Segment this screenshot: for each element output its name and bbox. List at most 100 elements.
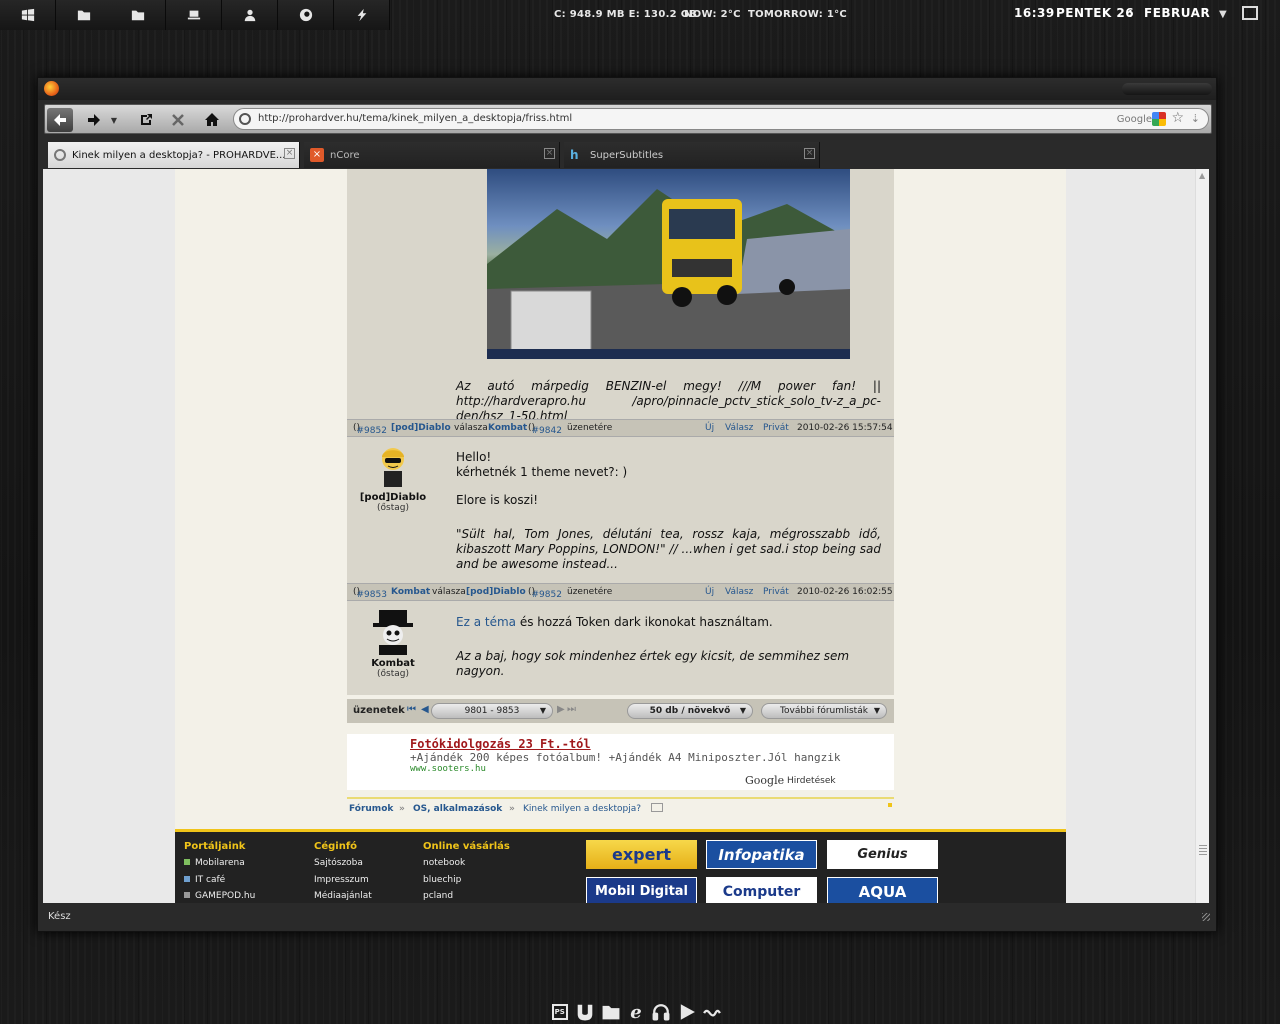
- close-icon: [172, 114, 184, 126]
- first-page-icon[interactable]: ⏮: [407, 704, 416, 715]
- history-dropdown[interactable]: ▼: [107, 108, 121, 132]
- tab-supersubtitles[interactable]: h SuperSubtitles ×: [564, 142, 820, 168]
- clock-month: FEBRUAR: [1144, 6, 1211, 20]
- private-link[interactable]: Privát: [763, 423, 789, 433]
- scroll-up-icon[interactable]: ▲: [1199, 171, 1205, 180]
- resize-grip-icon[interactable]: [1202, 913, 1210, 921]
- reply-target-link[interactable]: Kombat: [488, 423, 527, 433]
- private-link[interactable]: Privát: [763, 587, 789, 597]
- headphones-icon[interactable]: [652, 1002, 671, 1022]
- logo-genius[interactable]: Genius: [827, 840, 938, 869]
- envelope-icon[interactable]: [651, 803, 663, 812]
- utorrent-icon[interactable]: [575, 1002, 594, 1022]
- weather-tomorrow: TOMORROW: 1°C: [748, 9, 848, 20]
- post-author-link[interactable]: Kombat: [391, 587, 430, 597]
- clock-time[interactable]: 16:39: [1014, 6, 1055, 20]
- author-card: [pod]Diablo (őstag): [347, 445, 439, 513]
- post-id-link[interactable]: #9853: [357, 590, 387, 600]
- page-size-select[interactable]: 50 db / növekvő: [627, 703, 753, 719]
- photoshop-icon[interactable]: PS: [550, 1002, 569, 1022]
- reload-button[interactable]: [133, 108, 159, 132]
- vertical-scrollbar[interactable]: ▲: [1195, 169, 1209, 903]
- footer-link-notebook[interactable]: notebook: [423, 858, 465, 868]
- files-button[interactable]: [110, 0, 166, 30]
- avatar[interactable]: [378, 445, 408, 489]
- footer-link-press[interactable]: Sajtószoba: [314, 858, 363, 868]
- desktop-screenshot[interactable]: [487, 169, 850, 359]
- author-nick: Kombat: [371, 658, 415, 669]
- url-dropdown-icon[interactable]: ⇣: [1191, 112, 1200, 125]
- back-button[interactable]: [47, 108, 73, 132]
- footer-link-itcafe[interactable]: IT café: [184, 875, 225, 885]
- search-engine-label[interactable]: Google: [1117, 114, 1152, 125]
- new-link[interactable]: Új: [705, 587, 714, 597]
- logo-infopatika[interactable]: Infopatika: [706, 840, 817, 869]
- ie-icon[interactable]: e: [626, 1002, 645, 1023]
- prev-page-icon[interactable]: ◀: [421, 704, 429, 715]
- forward-button[interactable]: [81, 108, 107, 132]
- bookmark-star-icon[interactable]: ☆: [1171, 110, 1184, 126]
- home-button[interactable]: [199, 108, 225, 132]
- scrollbar-grip[interactable]: [1199, 845, 1207, 855]
- footer-link-pcland[interactable]: pcland: [423, 891, 453, 901]
- tab-ncore[interactable]: × nCore ×: [304, 142, 560, 168]
- reply-target-link[interactable]: [pod]Diablo: [466, 587, 526, 597]
- footer-link-imprint[interactable]: Impresszum: [314, 875, 369, 885]
- ad-url[interactable]: www.sooters.hu: [410, 764, 486, 774]
- url-text[interactable]: http://prohardver.hu/tema/kinek_milyen_a…: [258, 113, 572, 124]
- window-controls[interactable]: [1122, 83, 1212, 95]
- folder-icon[interactable]: [601, 1002, 620, 1022]
- close-icon[interactable]: ×: [284, 148, 295, 159]
- new-link[interactable]: Új: [705, 423, 714, 433]
- ad-brand-suffix[interactable]: Hirdetések: [787, 776, 836, 786]
- tab-label: SuperSubtitles: [590, 149, 664, 161]
- link-icon[interactable]: [703, 1002, 722, 1022]
- last-page-icon[interactable]: ⏭: [567, 704, 576, 715]
- windows-menu-button[interactable]: [0, 0, 56, 30]
- logo-expert[interactable]: expert: [586, 840, 697, 869]
- google-icon[interactable]: [1152, 112, 1166, 126]
- user-button[interactable]: [222, 0, 278, 30]
- breadcrumb-category[interactable]: OS, alkalmazások: [413, 804, 502, 814]
- ncore-icon: ×: [310, 148, 324, 162]
- ad-brand[interactable]: Google: [745, 774, 784, 787]
- desktop-icon[interactable]: [1242, 6, 1258, 20]
- footer-link-mobilarena[interactable]: Mobilarena: [184, 858, 245, 868]
- breadcrumb-forums[interactable]: Fórumok: [349, 804, 393, 814]
- forum-lists-select[interactable]: További fórumlisták: [761, 703, 887, 719]
- footer-portals-title: Portáljaink: [184, 841, 246, 852]
- chevron-down-icon[interactable]: ▼: [1219, 9, 1227, 20]
- post-author-link[interactable]: [pod]Diablo: [391, 423, 451, 433]
- close-icon[interactable]: ×: [804, 148, 815, 159]
- footer-link-gamepod[interactable]: GAMEPOD.hu: [184, 891, 255, 901]
- play-icon[interactable]: [677, 1002, 696, 1022]
- reply-link[interactable]: Válasz: [725, 587, 753, 597]
- stop-button[interactable]: [165, 108, 191, 132]
- documents-button[interactable]: [56, 0, 112, 30]
- firefox-button[interactable]: [278, 0, 334, 30]
- post-id-link[interactable]: #9852: [357, 426, 387, 436]
- search-favicon-icon: [54, 149, 66, 161]
- computer-button[interactable]: [166, 0, 222, 30]
- page-range-select[interactable]: 9801 - 9853: [431, 703, 553, 719]
- title-bar[interactable]: [38, 78, 1216, 100]
- footer-link-media[interactable]: Médiaajánlat: [314, 891, 372, 901]
- next-page-icon[interactable]: ▶: [557, 704, 565, 715]
- run-button[interactable]: [334, 0, 390, 30]
- breadcrumb-topic[interactable]: Kinek milyen a desktopja?: [523, 804, 641, 814]
- logo-aqua[interactable]: AQUA: [827, 877, 938, 903]
- ad-title-link[interactable]: Fotókidolgozás 23 Ft.-tól: [410, 737, 591, 751]
- tab-prohardver[interactable]: Kinek milyen a desktopja? - PROHARDVE...…: [48, 142, 300, 168]
- reply-target-id-link[interactable]: #9842: [532, 426, 562, 436]
- theme-link[interactable]: Ez a téma: [456, 615, 516, 629]
- author-rank: (őstag): [377, 669, 409, 679]
- avatar[interactable]: [371, 609, 415, 655]
- footer-link-bluechip[interactable]: bluechip: [423, 875, 461, 885]
- close-icon[interactable]: ×: [544, 148, 555, 159]
- ad-text: +Ajándék 200 képes fotóalbum! +Ajándék A…: [410, 751, 841, 764]
- reply-target-id-link[interactable]: #9852: [532, 590, 562, 600]
- logo-computer-emporium[interactable]: Computer: [706, 877, 817, 903]
- reply-link[interactable]: Válasz: [725, 423, 753, 433]
- logo-mobil-digital[interactable]: Mobil Digital: [586, 877, 697, 903]
- url-bar[interactable]: http://prohardver.hu/tema/kinek_milyen_a…: [233, 108, 1209, 130]
